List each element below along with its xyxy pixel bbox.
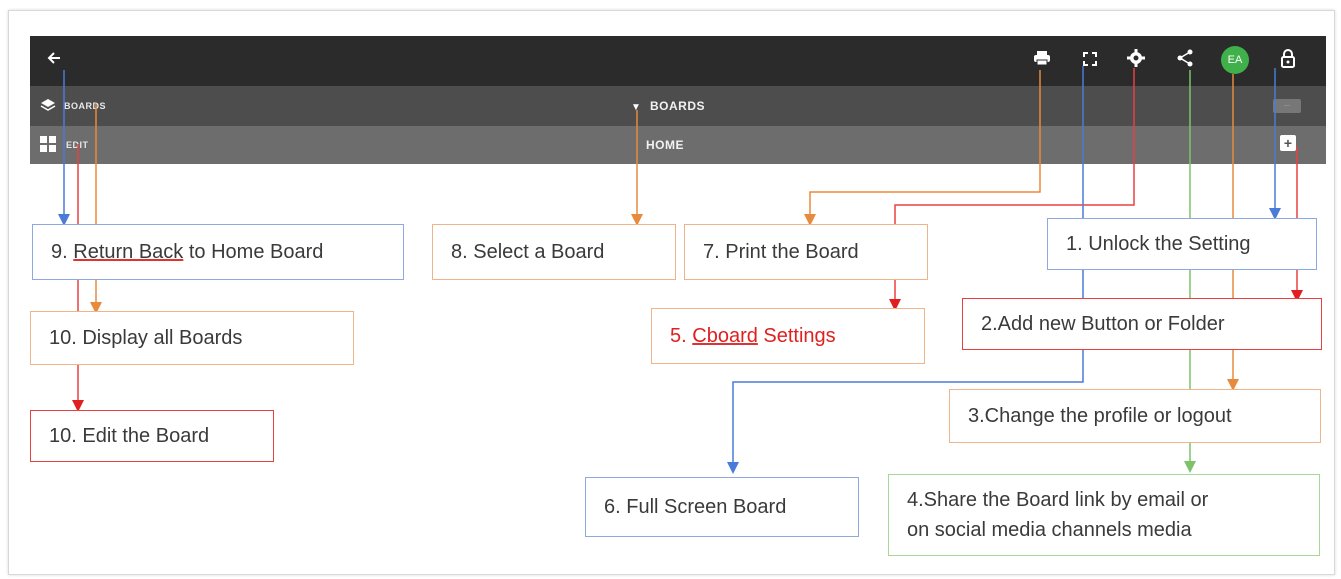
- callout-1: 1. Unlock the Setting: [1047, 218, 1317, 270]
- callout-3: 3.Change the profile or logout: [949, 389, 1321, 443]
- callout-6: 6. Full Screen Board: [585, 477, 859, 537]
- callout-9-suffix: to Home Board: [183, 240, 324, 263]
- callout-10a: 10. Display all Boards: [30, 311, 354, 365]
- callout-5: 5. Cboard Settings: [651, 308, 925, 364]
- callout-2: 2.Add new Button or Folder: [962, 298, 1322, 350]
- callout-10b: 10. Edit the Board: [30, 410, 274, 462]
- callout-4-line2: on social media channels media: [907, 519, 1192, 541]
- callout-4: 4.Share the Board link by email or on so…: [888, 474, 1320, 556]
- callout-9-underlined: Return Back: [73, 240, 184, 263]
- callout-7: 7. Print the Board: [684, 224, 928, 280]
- callout-5-prefix: 5.: [670, 324, 693, 347]
- callout-4-line1: 4.Share the Board link by email or: [907, 489, 1209, 511]
- callout-9-prefix: 9.: [51, 240, 74, 263]
- callout-8: 8. Select a Board: [432, 224, 676, 280]
- callout-5-suffix: Settings: [757, 324, 836, 347]
- callout-9: 9. Return Back to Home Board: [32, 224, 404, 280]
- arrow-7: [804, 70, 1041, 226]
- callout-5-underlined: Cboard: [692, 324, 758, 347]
